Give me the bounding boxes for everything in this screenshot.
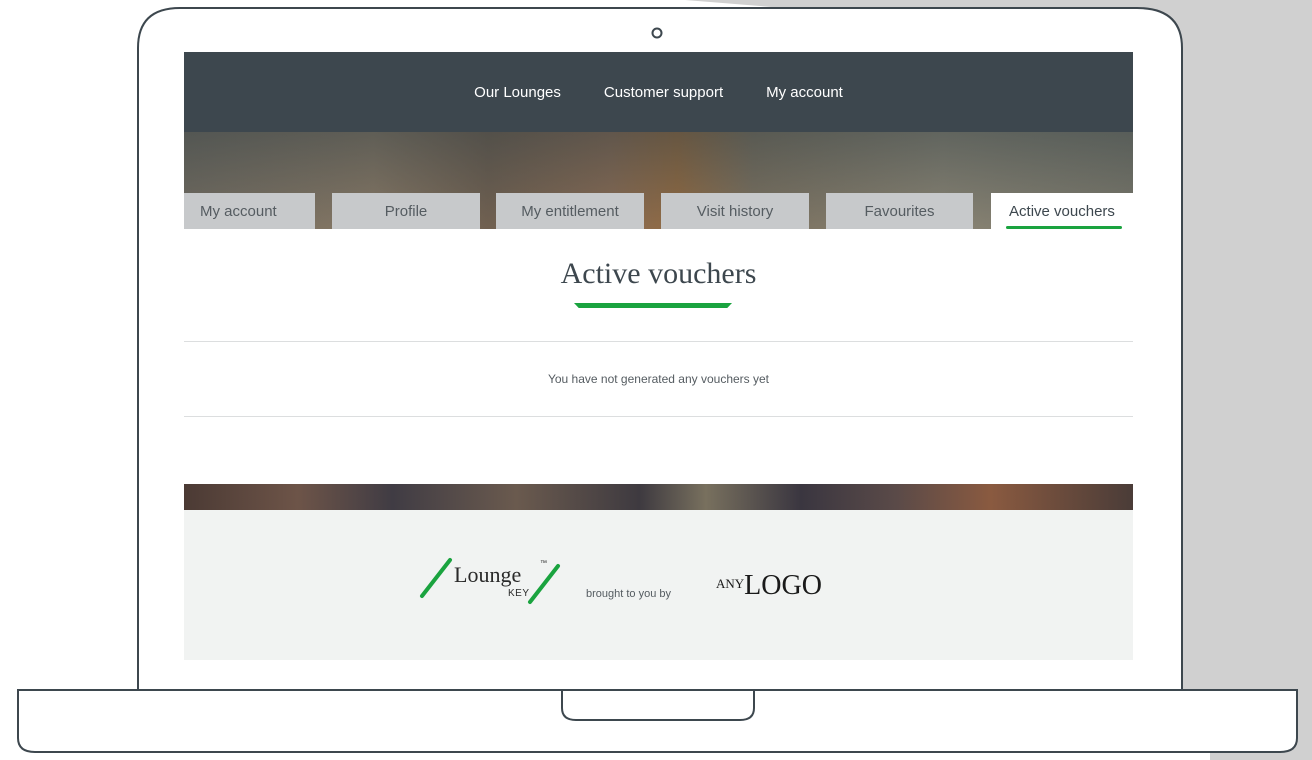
top-navigation: Our Lounges Customer support My account <box>184 52 1133 132</box>
tab-my-entitlement[interactable]: My entitlement <box>496 193 644 229</box>
partner-logo-big: LOGO <box>744 570 822 601</box>
account-tabs: My account Profile My entitlement Visit … <box>184 193 1133 229</box>
loungekey-logo[interactable]: Lounge ™ KEY <box>418 554 568 606</box>
tab-active-vouchers[interactable]: Active vouchers <box>991 193 1133 229</box>
tab-profile[interactable]: Profile <box>332 193 480 229</box>
nav-our-lounges[interactable]: Our Lounges <box>474 84 561 101</box>
partner-logo-small: ANY <box>716 576 745 591</box>
partner-logo[interactable]: ANYLOGO <box>716 570 822 602</box>
tab-favourites[interactable]: Favourites <box>826 193 973 229</box>
tab-label: Visit history <box>696 202 774 220</box>
title-underline <box>574 303 732 308</box>
divider-top <box>184 341 1133 342</box>
page-title: Active vouchers <box>560 257 757 290</box>
loungekey-logo-word: Lounge <box>454 562 522 587</box>
active-tab-indicator <box>1006 226 1122 229</box>
footer-image-strip <box>184 484 1133 510</box>
trademark-symbol: ™ <box>540 560 547 567</box>
tab-visit-history[interactable]: Visit history <box>661 193 809 229</box>
tab-label: My entitlement <box>521 202 619 220</box>
tab-my-account[interactable]: My account <box>184 193 315 229</box>
nav-customer-support[interactable]: Customer support <box>604 84 723 101</box>
empty-state-message: You have not generated any vouchers yet <box>547 372 770 386</box>
tab-label: My account <box>200 202 277 220</box>
footer: Lounge ™ KEY brought to you by ANYLOGO <box>184 510 1133 660</box>
loungekey-logo-sub: KEY <box>508 588 530 599</box>
brought-to-you-text: brought to you by <box>586 588 672 600</box>
tab-label: Profile <box>384 202 428 220</box>
browser-screen: Our Lounges Customer support My account … <box>184 52 1133 660</box>
nav-my-account[interactable]: My account <box>766 84 843 101</box>
footer-branding: Lounge ™ KEY brought to you by ANYLOGO <box>418 554 898 606</box>
tab-label: Active vouchers <box>1009 202 1115 220</box>
divider-bottom <box>184 416 1133 417</box>
tab-label: Favourites <box>864 202 935 220</box>
